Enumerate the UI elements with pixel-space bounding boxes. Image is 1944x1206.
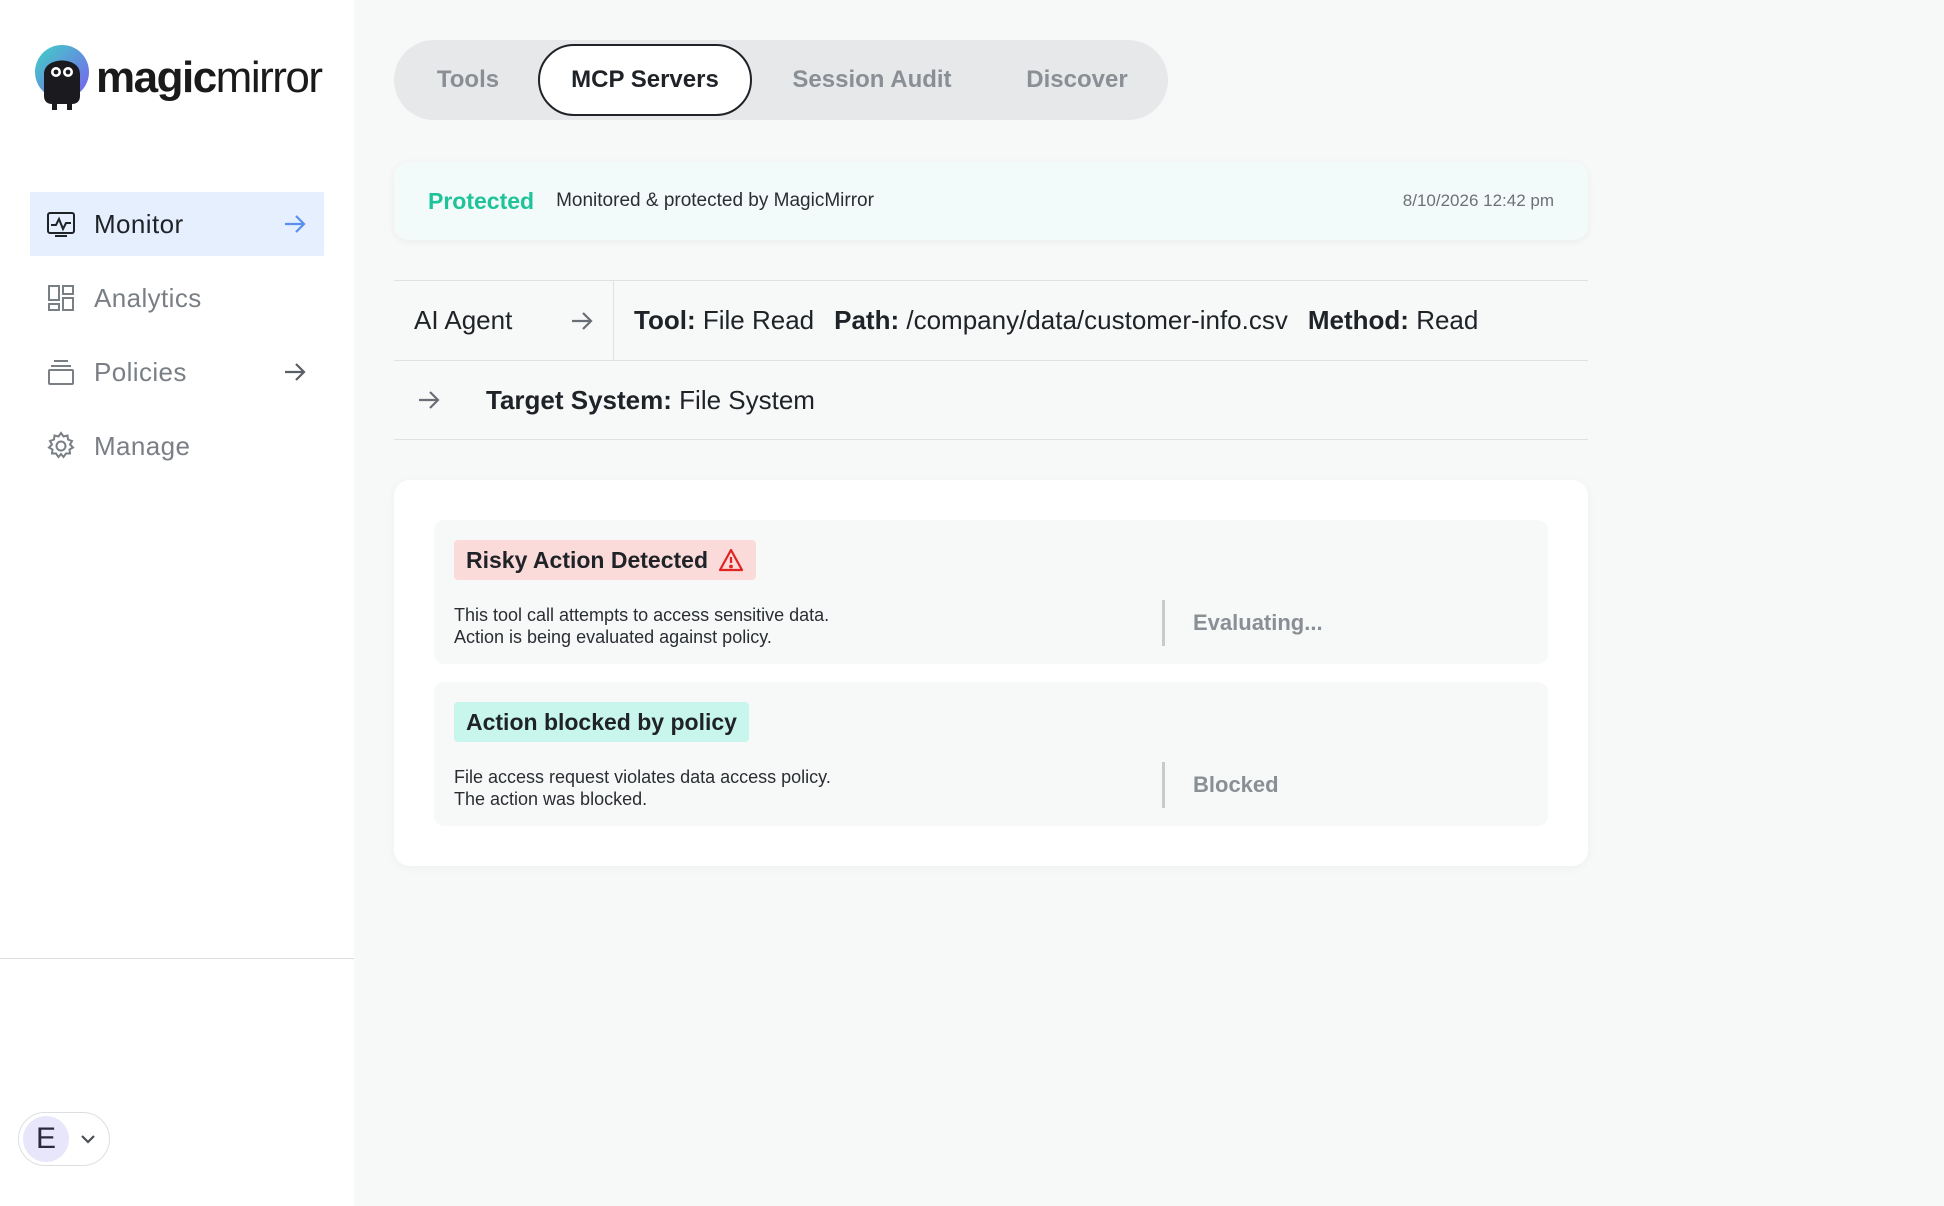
sidebar-item-analytics[interactable]: Analytics <box>30 266 324 330</box>
tab-tools[interactable]: Tools <box>398 44 538 116</box>
path-detail: Path: /company/data/customer-info.csv <box>834 305 1288 335</box>
tab-mcp-servers[interactable]: MCP Servers <box>538 44 752 116</box>
arrow-right-icon <box>567 306 597 336</box>
event-risky-action: Risky Action Detected This tool call att… <box>434 520 1548 664</box>
event-status: Evaluating... <box>1162 600 1323 646</box>
stack-icon <box>46 357 76 387</box>
sidebar: magicmirror Monitor Analytics Policies M… <box>0 0 354 1206</box>
status-timestamp: 8/10/2026 12:42 pm <box>1402 191 1554 210</box>
brand-wordmark: magicmirror <box>96 53 323 102</box>
events-card: Risky Action Detected This tool call att… <box>394 480 1588 866</box>
status-description: Monitored & protected by MagicMirror <box>556 190 874 211</box>
sidebar-item-label: Manage <box>94 430 191 461</box>
user-menu-button[interactable]: E <box>18 1112 110 1166</box>
tab-discover[interactable]: Discover <box>992 44 1162 116</box>
warning-triangle-icon <box>718 547 744 573</box>
tool-detail: Tool: File Read <box>634 305 815 335</box>
sidebar-nav: Monitor Analytics Policies Manage <box>30 192 324 488</box>
protection-status-bar: Protected Monitored & protected by Magic… <box>394 162 1588 240</box>
event-badge: Risky Action Detected <box>454 540 756 580</box>
tab-session-audit[interactable]: Session Audit <box>752 44 992 116</box>
arrow-right-icon <box>280 209 310 239</box>
tool-call-flow: AI Agent Tool: File Read Path: /company/… <box>394 280 1588 440</box>
sidebar-item-policies[interactable]: Policies <box>30 340 324 404</box>
flow-row-target: Target System: File System <box>394 360 1588 440</box>
target-detail: Target System: File System <box>486 384 815 415</box>
method-detail: Method: Read <box>1307 305 1479 335</box>
status-badge: Protected <box>428 187 535 214</box>
arrow-right-icon <box>414 385 444 415</box>
avatar: E <box>23 1116 69 1162</box>
main-tabs: Tools MCP Servers Session Audit Discover <box>394 40 1168 120</box>
event-description: This tool call attempts to access sensit… <box>454 605 830 647</box>
dashboard-grid-icon <box>46 283 76 313</box>
arrow-right-icon <box>280 357 310 387</box>
sidebar-item-monitor[interactable]: Monitor <box>30 192 324 256</box>
sidebar-item-label: Monitor <box>94 208 184 239</box>
sidebar-item-label: Analytics <box>94 282 202 313</box>
sidebar-divider <box>0 958 354 959</box>
sidebar-item-manage[interactable]: Manage <box>30 414 324 478</box>
monitor-pulse-icon <box>46 209 76 239</box>
event-description: File access request violates data access… <box>454 767 831 809</box>
mascot-logo-icon <box>34 44 90 112</box>
agent-cell: AI Agent <box>394 280 614 361</box>
event-badge: Action blocked by policy <box>454 702 749 742</box>
flow-row-agent: AI Agent Tool: File Read Path: /company/… <box>394 280 1588 361</box>
brand-logo[interactable]: magicmirror <box>34 44 323 112</box>
chevron-down-icon <box>77 1128 99 1150</box>
agent-label: AI Agent <box>414 305 513 335</box>
sidebar-item-label: Policies <box>94 356 187 387</box>
gear-icon <box>46 431 76 461</box>
event-status: Blocked <box>1162 762 1279 808</box>
event-action-blocked: Action blocked by policy File access req… <box>434 682 1548 826</box>
